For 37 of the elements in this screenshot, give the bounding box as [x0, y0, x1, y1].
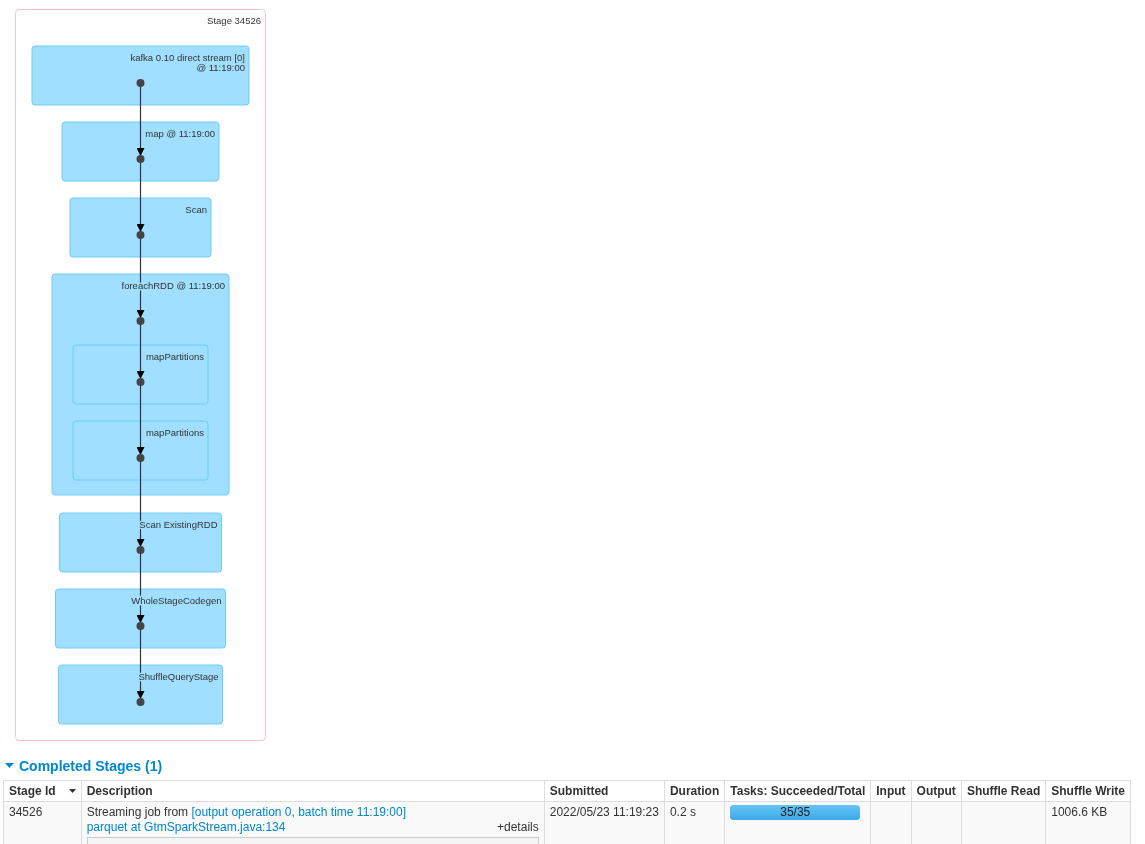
column-header[interactable]: Duration — [664, 780, 725, 802]
column-header[interactable]: Stage Id — [3, 780, 82, 802]
table-cell: 34526 — [3, 801, 82, 844]
progress-label: 35/35 — [779, 805, 812, 820]
sort-caret-icon — [68, 789, 76, 793]
rdd-dot — [136, 155, 145, 163]
node-label: kafka 0.10 direct stream [0] — [130, 52, 245, 63]
node-label: mapPartitions — [145, 427, 204, 438]
rdd-dot — [136, 317, 145, 325]
rdd-dot — [136, 79, 145, 87]
column-header[interactable]: Input — [870, 780, 912, 802]
column-header[interactable]: Shuffle Write — [1045, 780, 1131, 802]
completed-stages-toggle[interactable]: Completed Stages (1) — [3, 758, 163, 780]
node-label: map @ 11:19:00 — [145, 128, 215, 139]
column-header[interactable]: Shuffle Read — [961, 780, 1046, 802]
column-header[interactable]: Tasks: Succeeded/Total — [724, 780, 871, 802]
table-cell: 2022/05/23 11:19:23 — [544, 801, 665, 844]
call-site-link[interactable]: parquet at GtmSparkStream.java:134 — [86, 820, 286, 835]
rdd-dot — [136, 622, 145, 630]
caret-icon — [5, 763, 14, 769]
stage-label: Stage 34526 — [207, 15, 261, 26]
rdd-dot — [136, 454, 145, 462]
rdd-dot — [136, 378, 145, 386]
column-header[interactable]: Submitted — [544, 780, 665, 802]
description-text: Streaming job from — [86, 805, 189, 819]
table-cell: 1006.6 KB — [1045, 801, 1131, 844]
node-label: Scan — [185, 204, 207, 215]
rdd-dot — [136, 698, 145, 706]
node-label: mapPartitions — [145, 351, 204, 362]
rdd-dot — [136, 546, 145, 554]
batch-link[interactable]: [output operation 0, batch time 11:19:00] — [191, 805, 406, 819]
table-cell: 0.2 s — [664, 801, 725, 844]
column-header[interactable]: Output — [911, 780, 962, 802]
rdd-dot — [136, 231, 145, 239]
details-link[interactable]: +details — [497, 820, 539, 835]
column-header[interactable]: Description — [81, 780, 545, 802]
node-label: @ 11:19:00 — [196, 62, 245, 73]
